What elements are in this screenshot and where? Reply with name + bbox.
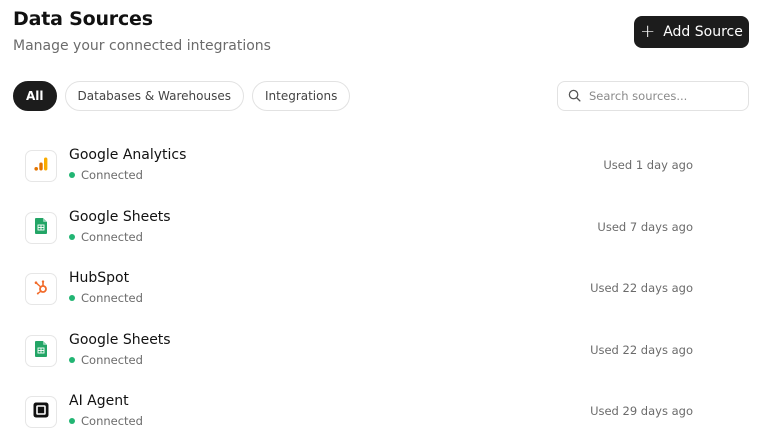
source-status: Connected bbox=[69, 414, 143, 428]
google-sheets-icon bbox=[35, 217, 47, 238]
plus-icon: + bbox=[640, 20, 656, 42]
source-row[interactable]: Google Sheets Connected Used 22 days ago bbox=[0, 320, 765, 382]
filter-tab-label: Databases & Warehouses bbox=[77, 89, 231, 103]
status-label: Connected bbox=[81, 352, 143, 367]
source-row[interactable]: HubSpot Connected Used 22 days ago bbox=[0, 258, 765, 320]
hubspot-icon bbox=[33, 279, 49, 299]
last-used: Used 22 days ago bbox=[590, 342, 693, 357]
source-row[interactable]: AI Agent Connected Used 29 days ago bbox=[0, 381, 765, 443]
status-dot bbox=[69, 172, 75, 178]
search-icon bbox=[568, 87, 581, 106]
filter-tab-label: All bbox=[26, 89, 44, 103]
source-logo bbox=[25, 396, 57, 428]
filter-tab-databases-warehouses[interactable]: Databases & Warehouses bbox=[64, 81, 244, 111]
source-logo bbox=[25, 334, 57, 367]
status-dot bbox=[69, 233, 75, 240]
source-status: Connected bbox=[69, 168, 143, 182]
source-name: AI Agent bbox=[69, 393, 129, 409]
google-analytics-icon bbox=[33, 156, 49, 176]
filter-tabs: All Databases & Warehouses Integrations bbox=[13, 81, 351, 111]
source-logo bbox=[25, 273, 57, 305]
status-label: Connected bbox=[81, 414, 143, 428]
status-dot bbox=[69, 295, 75, 301]
status-label: Connected bbox=[81, 229, 143, 244]
source-status: Connected bbox=[69, 291, 143, 305]
filter-tab-all[interactable]: All bbox=[13, 81, 57, 111]
source-status: Connected bbox=[69, 230, 143, 244]
ai-agent-icon bbox=[33, 402, 49, 422]
source-row[interactable]: Google Analytics Connected Used 1 day ag… bbox=[0, 135, 765, 197]
status-label: Connected bbox=[81, 291, 143, 305]
last-used: Used 22 days ago bbox=[590, 281, 693, 295]
add-source-button[interactable]: + Add Source bbox=[634, 16, 749, 48]
status-label: Connected bbox=[81, 168, 143, 182]
source-name: Google Sheets bbox=[69, 208, 171, 225]
last-used: Used 7 days ago bbox=[597, 219, 693, 234]
source-logo bbox=[25, 211, 57, 244]
search-input[interactable] bbox=[589, 89, 739, 103]
source-name: Google Analytics bbox=[69, 147, 187, 163]
page-subtitle: Manage your connected integrations bbox=[13, 38, 271, 54]
last-used: Used 29 days ago bbox=[590, 404, 693, 418]
search-box[interactable] bbox=[557, 81, 749, 111]
source-name: Google Sheets bbox=[69, 331, 171, 348]
sources-list: Google Analytics Connected Used 1 day ag… bbox=[0, 135, 765, 443]
add-source-label: Add Source bbox=[663, 24, 743, 40]
source-row[interactable]: Google Sheets Connected Used 7 days ago bbox=[0, 197, 765, 259]
filter-tab-label: Integrations bbox=[264, 89, 338, 103]
data-sources-page: Data Sources Manage your connected integ… bbox=[0, 0, 765, 444]
page-title: Data Sources bbox=[13, 8, 153, 30]
google-sheets-icon bbox=[35, 340, 47, 361]
source-status: Connected bbox=[69, 353, 143, 367]
status-dot bbox=[69, 418, 75, 424]
last-used: Used 1 day ago bbox=[603, 158, 693, 172]
source-name: HubSpot bbox=[69, 270, 130, 286]
filter-tab-integrations[interactable]: Integrations bbox=[251, 81, 351, 111]
status-dot bbox=[69, 356, 75, 363]
source-logo bbox=[25, 150, 57, 182]
